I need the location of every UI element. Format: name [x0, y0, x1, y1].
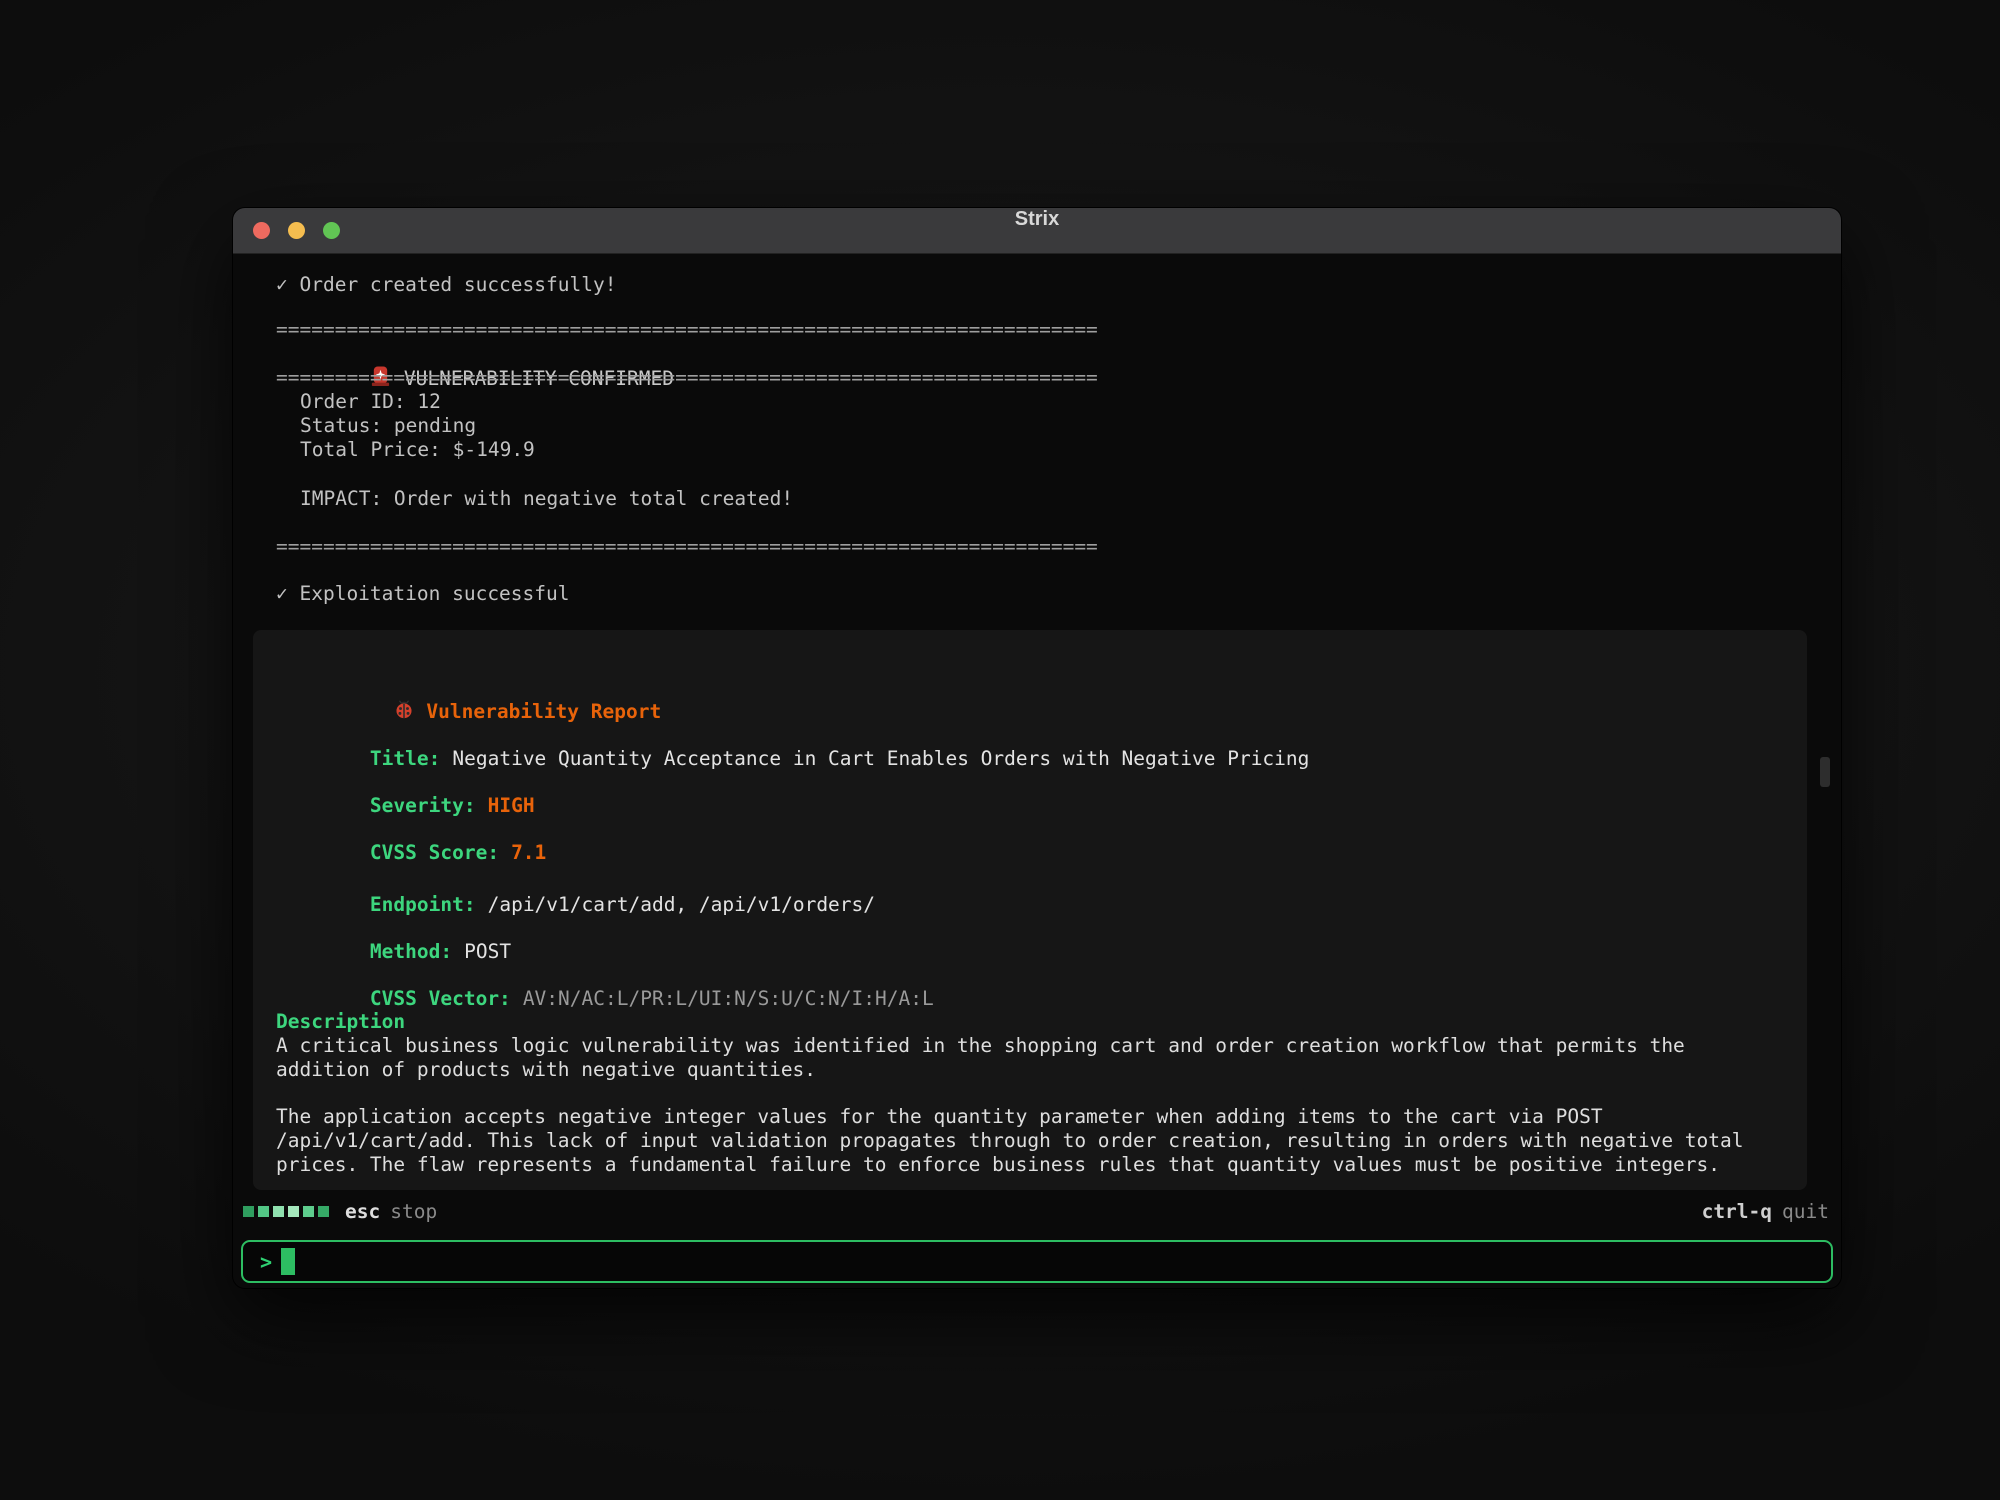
window-titlebar: Strix: [233, 208, 1841, 254]
status-bar: esc stop ctrl-q quit: [243, 1198, 1829, 1224]
cvss-score-label: CVSS Score:: [370, 841, 499, 864]
title-value: Negative Quantity Acceptance in Cart Ena…: [452, 747, 1309, 770]
order-id-line: Order ID: 12: [300, 390, 441, 414]
quit-shortcut-action: quit: [1782, 1200, 1829, 1223]
report-heading: Vulnerability Report: [426, 700, 661, 724]
spinner-dot: [273, 1206, 284, 1217]
spinner-dot: [303, 1206, 314, 1217]
status-bar-left: esc stop: [243, 1200, 437, 1223]
cvss-score-value: 7.1: [511, 841, 546, 864]
stop-shortcut-action: stop: [390, 1200, 437, 1223]
description-line: A critical business logic vulnerability …: [276, 1034, 1685, 1058]
total-price-line: Total Price: $-149.9: [300, 438, 535, 462]
quit-shortcut-key: ctrl-q: [1702, 1200, 1772, 1223]
prompt-symbol: >: [260, 1250, 272, 1274]
window-title: Strix: [233, 208, 1841, 254]
scrollbar-thumb[interactable]: [1820, 757, 1830, 787]
status-bar-right: ctrl-q quit: [1702, 1200, 1829, 1223]
stop-shortcut-key: esc: [345, 1200, 380, 1223]
cvss-vector-value: AV:N/AC:L/PR:L/UI:N/S:U/C:N/I:H/A:L: [523, 987, 934, 1010]
order-success-line: ✓ Order created successfully!: [276, 273, 616, 297]
description-line: prices. The flaw represents a fundamenta…: [276, 1153, 1720, 1177]
endpoint-label: Endpoint:: [370, 893, 476, 916]
command-input[interactable]: >: [241, 1240, 1833, 1283]
severity-value: HIGH: [488, 794, 535, 817]
severity-label: Severity:: [370, 794, 476, 817]
spinner-dot: [258, 1206, 269, 1217]
method-label: Method:: [370, 940, 452, 963]
spinner-dot: [318, 1206, 329, 1217]
impact-line: IMPACT: Order with negative total create…: [300, 487, 793, 511]
separator-line: ========================================…: [276, 535, 1098, 559]
text-cursor: [281, 1248, 295, 1275]
description-line: The application accepts negative integer…: [276, 1105, 1603, 1129]
method-value: POST: [464, 940, 511, 963]
description-line: /api/v1/cart/add. This lack of input val…: [276, 1129, 1744, 1153]
cvss-vector-label: CVSS Vector:: [370, 987, 511, 1010]
separator-line: ========================================…: [276, 318, 1098, 342]
endpoint-value: /api/v1/cart/add, /api/v1/orders/: [488, 893, 875, 916]
order-status-line: Status: pending: [300, 414, 476, 438]
description-heading: Description: [276, 1010, 405, 1034]
exploitation-success-line: ✓ Exploitation successful: [276, 582, 570, 606]
spinner-dot: [243, 1206, 254, 1217]
activity-spinner: [243, 1206, 329, 1217]
title-label: Title:: [370, 747, 440, 770]
separator-line: ========================================…: [276, 366, 1098, 390]
vulnerability-report-panel: Vulnerability Report Title: Negative Quan…: [253, 630, 1807, 1190]
desktop-background: Strix ✓ Order created successfully! ====…: [0, 0, 2000, 1500]
description-line: addition of products with negative quant…: [276, 1058, 816, 1082]
spinner-dot: [288, 1206, 299, 1217]
terminal-window: Strix ✓ Order created successfully! ====…: [233, 208, 1841, 1288]
